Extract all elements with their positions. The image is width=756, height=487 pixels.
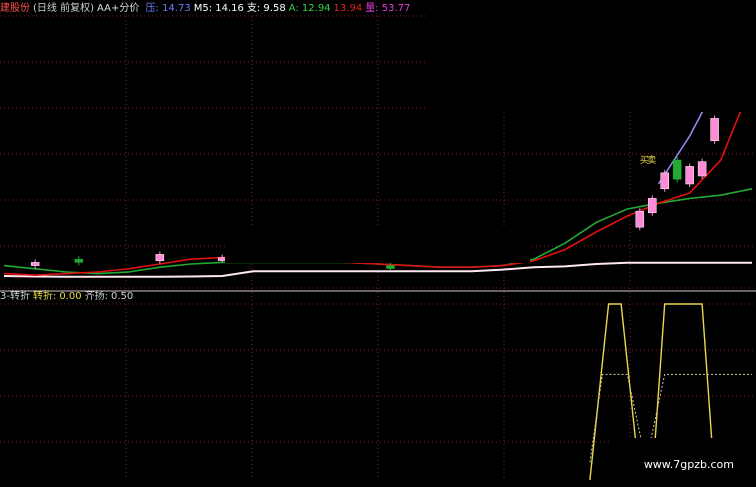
header-item-3: A: 12.94 [288,3,331,14]
annotation-sell: 卖 [647,155,656,166]
header-item-2: 支: 9.58 [246,3,286,14]
candle-body-2 [155,254,165,262]
indicator-prefix: 3-转折 [0,291,30,302]
candle-body-11 [710,118,719,142]
rise-label: 齐扬: [84,291,108,302]
candle-body-6 [648,198,657,214]
header-item-0: 压: 14.73 [145,3,191,14]
watermark: www.7gpzb.com [643,458,734,471]
candle-body-5 [635,210,645,228]
period: (日线 前复权) [33,3,94,14]
candle-body-8 [672,159,682,180]
turn-value: 0.00 [59,291,82,302]
rise-value: 0.50 [111,291,134,302]
turn-label: 转折: [32,291,57,302]
black-redaction-mid [225,225,530,263]
indicator-header: 3-转折 转折: 0.00 齐扬: 0.50 [0,290,136,304]
black-redaction-top [427,0,756,112]
chart-header: 建股份 (日线 前复权) AA+分价 压: 14.73 M5: 14.16 支: 9.5… [0,2,416,16]
candle-body-1 [74,258,84,263]
header-item-1: M5: 14.16 [193,3,244,14]
stock-name: 建股份 [0,3,30,14]
candle-body-7 [660,172,669,190]
indicator-name: AA+分价 [96,3,140,14]
header-item-5: 量: 53.77 [365,3,411,14]
header-item-4: 13.94 [333,3,363,14]
candle-body-4 [386,265,395,269]
candle-body-9 [685,166,694,185]
candle-body-0 [30,262,40,266]
candle-body-10 [697,161,707,177]
